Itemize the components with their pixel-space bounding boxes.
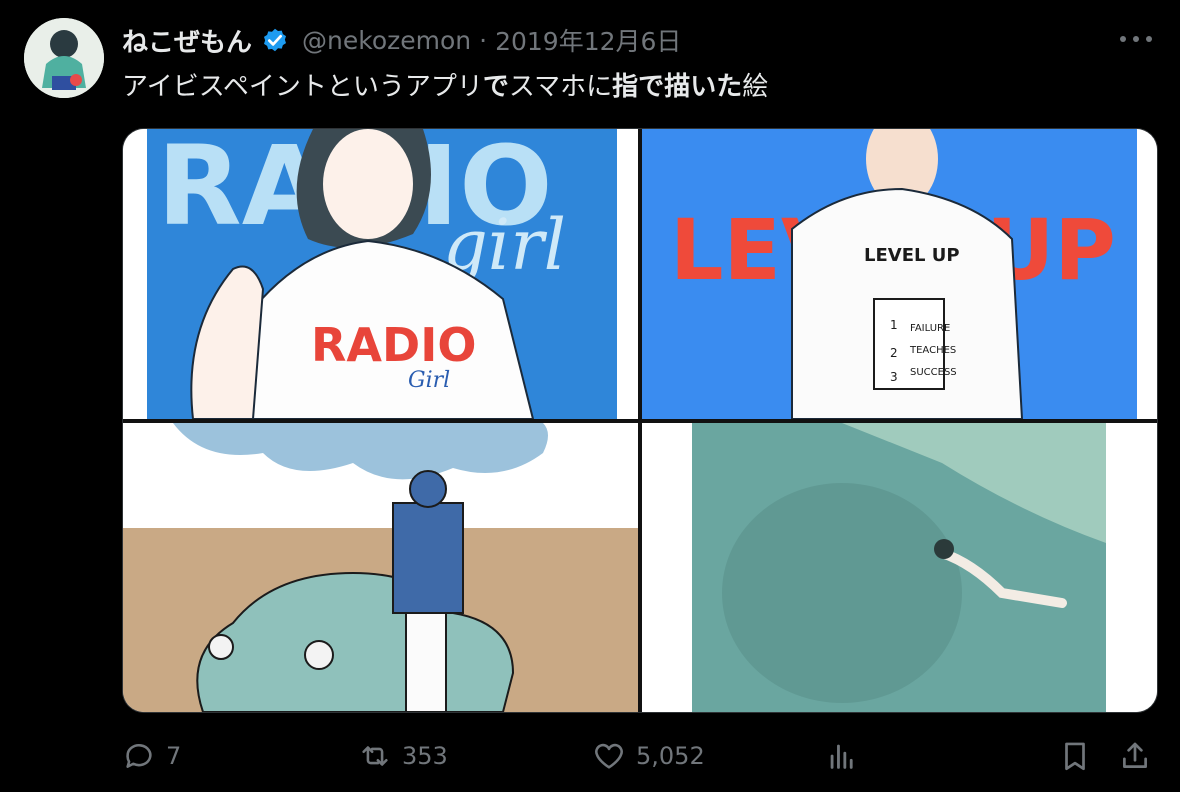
repost-button[interactable]: 353: [358, 734, 448, 778]
shirt-failure-text: FAILURE: [910, 323, 950, 334]
bookmark-button[interactable]: [1058, 734, 1092, 778]
box-number-1: 1: [890, 318, 898, 332]
shirt-girl-text: Girl: [408, 368, 450, 393]
media-image-underwater[interactable]: [642, 423, 1157, 712]
tweet-text-part: 絵: [742, 72, 769, 102]
reply-count: 7: [166, 742, 182, 770]
like-icon: [595, 743, 623, 769]
bookmark-icon: [1065, 742, 1085, 771]
shirt-level-up-text: LEVEL UP: [864, 245, 960, 266]
tweet-header: ねこぜもん @nekozemon · 2019年12月6日: [122, 22, 681, 58]
tweet-text-part: 指: [612, 72, 639, 102]
avatar[interactable]: [24, 18, 104, 98]
tweet-date[interactable]: 2019年12月6日: [495, 22, 681, 58]
header-separator: ·: [479, 25, 488, 55]
tweet-text-part: で: [638, 72, 665, 102]
like-button[interactable]: 5,052: [592, 734, 705, 778]
share-icon: [1123, 742, 1147, 768]
tweet-text-part: で: [482, 72, 509, 102]
verified-badge-icon: [260, 25, 290, 55]
media-image-radio-girl[interactable]: RADIO girl RADIO Girl: [123, 129, 638, 419]
tweet-text: アイビスペイントというアプリでスマホに指で描いた絵: [122, 66, 768, 103]
media-grid[interactable]: RADIO girl RADIO Girl LEVEL UP LEVEL UP …: [122, 128, 1158, 713]
shirt-teaches-text: TEACHES: [909, 345, 956, 356]
media-image-pilot-car[interactable]: [123, 423, 638, 712]
user-handle[interactable]: @nekozemon: [302, 26, 471, 55]
avatar-illustration: [24, 18, 104, 98]
tweet-text-part: 描いた: [664, 72, 743, 102]
tweet-text-part: に: [586, 72, 613, 102]
tweet-text-part: スマホ: [508, 72, 587, 102]
box-number-3: 3: [890, 370, 898, 384]
media-image-level-up[interactable]: LEVEL UP LEVEL UP 1 2 3 FAILURE TEACHES …: [642, 129, 1157, 419]
repost-count: 353: [402, 742, 448, 770]
repost-icon: [362, 746, 388, 766]
shirt-radio-text: RADIO: [311, 318, 476, 372]
views-button[interactable]: [825, 734, 859, 778]
box-number-2: 2: [890, 346, 898, 360]
views-icon: [830, 744, 853, 769]
reply-button[interactable]: 7: [122, 734, 181, 778]
tweet-actions: 7 353 5,052: [122, 734, 1156, 778]
reply-icon: [126, 744, 152, 768]
like-count: 5,052: [636, 742, 705, 770]
share-button[interactable]: [1118, 734, 1152, 778]
shirt-success-text: SUCCESS: [910, 367, 957, 378]
tweet-text-part: アイビスペイントというアプリ: [122, 72, 483, 102]
more-icon[interactable]: [1116, 24, 1156, 54]
display-name[interactable]: ねこぜもん: [122, 22, 252, 59]
